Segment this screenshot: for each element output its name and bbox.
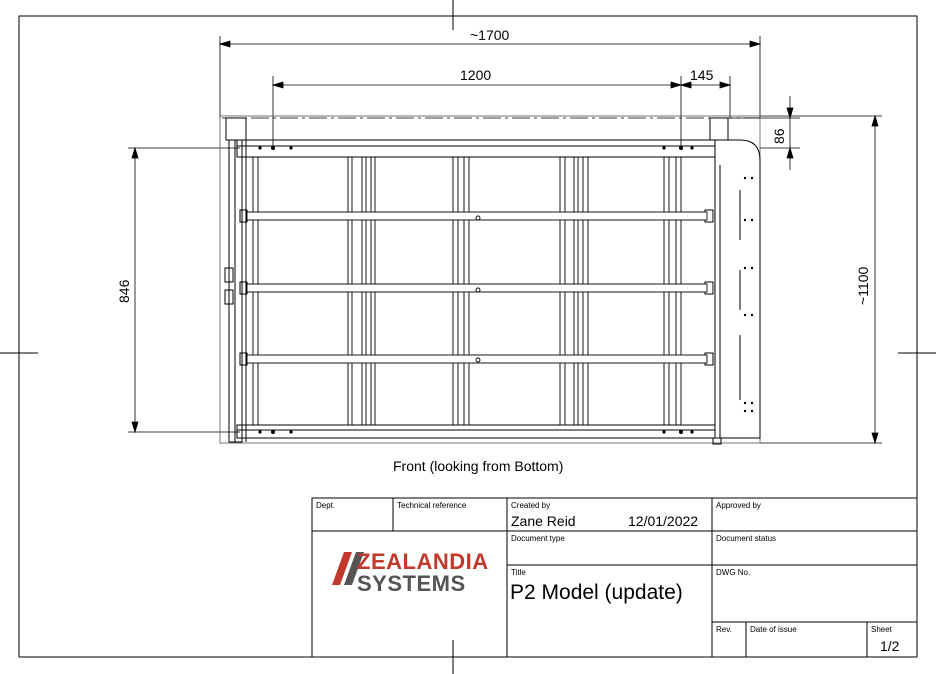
drawing-title: P2 Model (update) (510, 581, 683, 604)
dim-inner-width-label: 1200 (460, 67, 491, 83)
dimension-top-offset (730, 96, 800, 170)
sheet-value: 1/2 (880, 638, 900, 654)
cross-members (246, 211, 708, 364)
dim-top-offset-label: 86 (771, 128, 787, 144)
view-caption: Front (looking from Bottom) (393, 458, 563, 474)
frame-outline (219, 115, 761, 444)
logo-line2: SYSTEMS (357, 571, 466, 596)
created-by-value: Zane Reid (511, 513, 576, 529)
rev-label: Rev. (716, 625, 732, 634)
document-status-label: Document status (716, 534, 777, 543)
dim-offset-label: 145 (690, 67, 714, 83)
date-of-issue-label: Date of issue (750, 625, 797, 634)
created-by-label: Created by (511, 501, 551, 510)
dept-label: Dept. (316, 501, 336, 510)
document-type-label: Document type (511, 534, 565, 543)
title-label: Title (511, 568, 526, 577)
sheet-label: Sheet (871, 625, 892, 634)
dimension-height-left (128, 146, 240, 434)
dwg-no-label: DWG No. (716, 568, 751, 577)
dim-height-right-label: ~1100 (855, 267, 871, 305)
dim-overall-width-label: ~1700 (470, 27, 510, 43)
left-end-assembly (224, 117, 248, 443)
dim-height-left-label: 846 (116, 279, 132, 303)
approved-by-label: Approved by (716, 501, 761, 510)
created-date: 12/01/2022 (628, 513, 699, 529)
technical-reference-label: Technical reference (397, 501, 467, 510)
company-logo: ZEALANDIA SYSTEMS (327, 549, 507, 601)
right-end-assembly (704, 117, 761, 445)
dimension-inner-width (271, 76, 683, 148)
